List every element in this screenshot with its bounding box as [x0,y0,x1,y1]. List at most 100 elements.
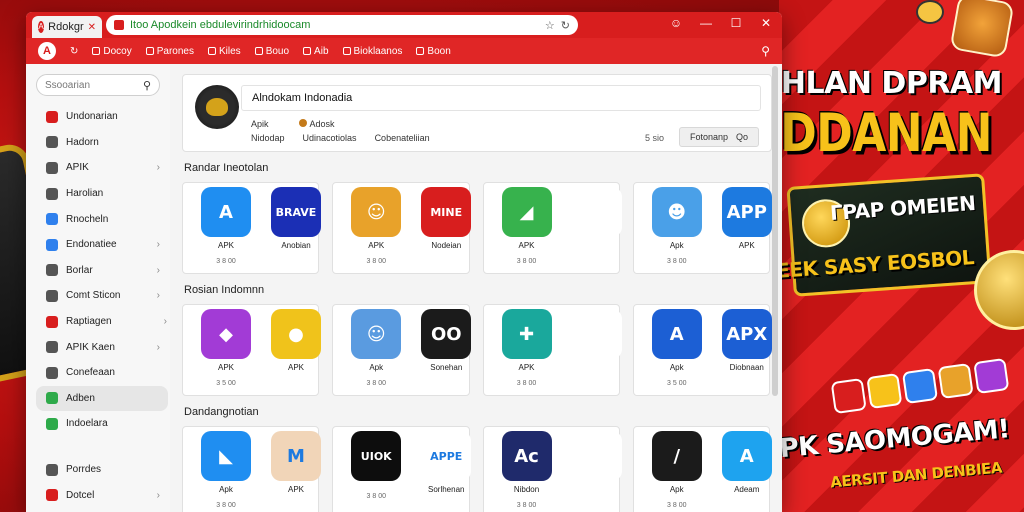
app-tile[interactable]: M APK [259,431,333,512]
app-icon[interactable]: / [651,431,702,481]
toolbar-item-5[interactable]: Aib [303,45,329,57]
app-tile[interactable]: BRAVE Anobian [259,187,333,271]
toolbar-item-7[interactable]: Boon [416,46,451,57]
promo-app-icon [937,362,974,400]
app-tile[interactable]: A Apk 3 5 00 [640,309,714,393]
app-icon[interactable] [571,431,622,481]
app-tile[interactable]: A Adeam [710,431,782,512]
app-tile[interactable]: APP APK [710,187,782,271]
app-icon[interactable]: ◆ [201,309,251,359]
app-card[interactable]: ◢ APK 3 8 00 [482,182,622,274]
search-icon[interactable]: ⚲ [761,44,770,58]
app-card[interactable]: Ac Nibdon 3 8 00 [482,426,622,512]
reload-icon[interactable]: ↻ [561,19,570,32]
maximize-button[interactable]: ☐ [728,16,744,30]
toolbar-item-label: Aib [314,45,329,57]
app-card[interactable]: ☺ APK 3 8 00 MINE Nodeian [332,182,472,274]
sidebar-item[interactable]: Indoelara [36,411,168,437]
address-bar[interactable]: Itoo Apodkein ebdulevirindrhidoocam ☆ ↻ [106,15,578,35]
follow-button[interactable]: Fotonanp Qo [678,127,759,147]
app-card[interactable]: ◣ Apk 3 8 00 M APK [182,426,321,512]
app-icon[interactable]: A [651,309,702,359]
toolbar-item-1[interactable]: Docoy [92,46,132,57]
app-icon[interactable]: ◣ [201,431,251,481]
app-tile[interactable]: ● APK [259,309,333,393]
sidebar-item[interactable]: Dotcel › [36,482,168,508]
bookmark-icon[interactable]: ☆ [545,19,555,32]
app-tile[interactable]: ☻ Apk 3 8 00 [640,187,714,271]
app-tile[interactable] [560,187,634,271]
app-icon[interactable]: APX [721,309,772,359]
refresh-icon[interactable]: ↻ [70,46,78,57]
app-icon[interactable] [571,309,622,359]
sidebar-search-input[interactable]: Ssooarian ⚲ [36,74,160,96]
toolbar-item-6[interactable]: Bioklaanos [342,46,402,57]
browser-tab[interactable]: A Rdokgr ✕ [32,16,102,38]
toolbar-item-4[interactable]: Bouo [254,46,289,57]
sidebar-item[interactable]: Endonatiee › [36,232,168,258]
sidebar-item[interactable]: APIK Kaen › [36,334,168,360]
app-card[interactable]: A APK 3 8 00 BRAVE Anobian [182,182,321,274]
toolbar-item-3[interactable]: Kiles [208,46,241,57]
app-tile[interactable]: ◢ APK 3 8 00 [490,187,564,271]
app-icon[interactable]: A [721,431,772,481]
app-tile[interactable]: Ac Nibdon 3 8 00 [490,431,564,512]
sidebar-item[interactable]: APIK › [36,155,168,181]
app-tile[interactable]: APX Diobnaan [710,309,782,393]
app-tile[interactable]: ✚ APK 3 8 00 [490,309,564,393]
app-icon[interactable]: ✚ [501,309,552,359]
app-tile[interactable]: APPE Sorlhenan [409,431,483,512]
promo-app-icons [830,357,1010,415]
sidebar-item[interactable]: Borlar › [36,258,168,284]
app-tile[interactable]: ☺ APK 3 8 00 [339,187,413,271]
minimize-button[interactable]: — [698,16,714,30]
sidebar-item[interactable]: Undonarian [36,104,168,130]
app-icon[interactable]: ☺ [351,187,402,237]
app-icon[interactable]: ● [271,309,321,359]
app-icon[interactable]: ☻ [651,187,702,237]
sidebar-item[interactable]: Raptiagen › [36,309,168,335]
app-card[interactable]: ☺ Apk 3 8 00 OO Sonehan [332,304,472,396]
app-tile[interactable]: ◣ Apk 3 8 00 [189,431,263,512]
app-tile[interactable] [560,431,634,512]
app-tile[interactable]: / Apk 3 8 00 [640,431,714,512]
app-icon[interactable]: OO [421,309,472,359]
app-tile[interactable]: UIOK 3 8 00 [339,431,413,512]
app-tile[interactable]: A APK 3 8 00 [189,187,263,271]
app-card[interactable]: ✚ APK 3 8 00 [482,304,622,396]
app-card[interactable]: / Apk 3 8 00 A Adeam [632,426,772,512]
toolbar-item-2[interactable]: Parones [145,46,194,57]
sidebar-item[interactable]: Conefeaan [36,360,168,386]
sidebar-item[interactable]: Hadorn [36,130,168,156]
app-icon[interactable]: A [201,187,251,237]
profile-icon[interactable]: ☺ [668,16,684,30]
close-button[interactable]: ✕ [758,16,774,30]
app-card[interactable]: ◆ APK 3 5 00 ● APK [182,304,321,396]
app-card[interactable]: UIOK 3 8 00 APPE Sorlhenan [332,426,472,512]
sidebar-item[interactable]: Porrdes [36,457,168,483]
app-icon[interactable]: BRAVE [271,187,321,237]
app-tile[interactable]: ☺ Apk 3 8 00 [339,309,413,393]
app-card[interactable]: ☻ Apk 3 8 00 APP APK [632,182,772,274]
app-tile[interactable]: MINE Nodeian [409,187,483,271]
app-tile[interactable]: ◆ APK 3 5 00 [189,309,263,393]
app-card[interactable]: A Apk 3 5 00 APX Diobnaan [632,304,772,396]
app-icon[interactable]: UIOK [351,431,402,481]
app-icon[interactable]: M [271,431,321,481]
app-icon[interactable]: ☺ [351,309,402,359]
app-icon[interactable]: MINE [421,187,472,237]
search-icon[interactable]: ⚲ [143,79,151,92]
app-tile[interactable] [560,309,634,393]
app-tile[interactable]: OO Sonehan [409,309,483,393]
app-icon[interactable]: APPE [421,431,472,481]
app-icon[interactable]: ◢ [501,187,552,237]
sidebar-item[interactable]: Comt Sticon › [36,283,168,309]
app-icon[interactable]: APP [721,187,772,237]
home-logo-icon[interactable]: A [38,42,56,60]
tab-close-icon[interactable]: ✕ [88,22,96,33]
sidebar-item[interactable]: Rnocheln [36,206,168,232]
app-icon[interactable]: Ac [501,431,552,481]
app-icon[interactable] [571,187,622,237]
sidebar-item[interactable]: Harolian [36,181,168,207]
sidebar-item[interactable]: Adben [36,385,168,412]
